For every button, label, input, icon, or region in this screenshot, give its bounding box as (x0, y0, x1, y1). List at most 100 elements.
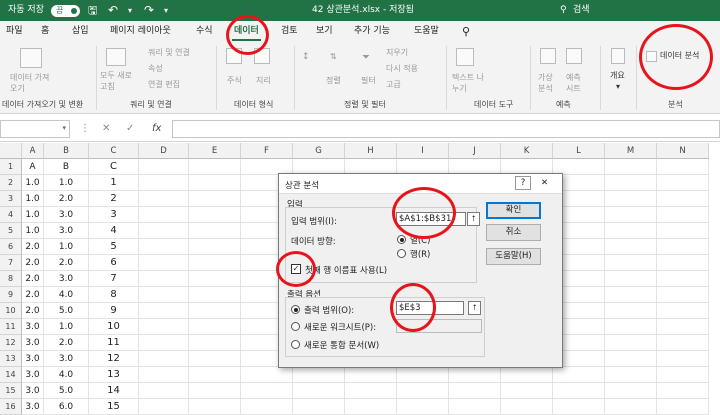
table-cell[interactable]: 3.0 (44, 271, 89, 287)
formula-input[interactable] (172, 120, 720, 138)
column-header[interactable]: E (189, 143, 241, 159)
table-cell[interactable] (189, 207, 241, 223)
table-cell[interactable] (241, 367, 293, 383)
table-cell[interactable] (139, 335, 189, 351)
table-cell[interactable] (605, 175, 657, 191)
table-cell[interactable] (605, 319, 657, 335)
column-header[interactable]: G (293, 143, 345, 159)
table-cell[interactable]: 6.0 (44, 399, 89, 415)
table-cell[interactable]: 2.0 (44, 191, 89, 207)
table-cell[interactable]: 3.0 (44, 351, 89, 367)
text-to-columns-icon[interactable] (456, 48, 474, 66)
column-header[interactable]: I (397, 143, 449, 159)
table-cell[interactable]: 11 (89, 335, 139, 351)
table-cell[interactable]: 5.0 (44, 383, 89, 399)
row-header[interactable]: 13 (0, 351, 22, 367)
sort-button[interactable]: 정렬 (326, 75, 341, 86)
grouped-columns-radio[interactable] (397, 235, 406, 244)
table-cell[interactable]: 3.0 (22, 319, 44, 335)
tab-view[interactable]: 보기 (316, 21, 333, 42)
refresh-all-button[interactable]: 모두 새로 고침 (100, 70, 136, 92)
table-cell[interactable]: 1.0 (22, 207, 44, 223)
table-cell[interactable] (657, 319, 709, 335)
tab-home[interactable]: 홈 (41, 21, 49, 42)
table-cell[interactable] (139, 175, 189, 191)
table-cell[interactable] (657, 159, 709, 175)
lightbulb-icon[interactable]: ⚲ (462, 21, 470, 42)
table-cell[interactable] (139, 303, 189, 319)
table-cell[interactable] (657, 303, 709, 319)
table-cell[interactable] (605, 303, 657, 319)
table-cell[interactable] (293, 367, 345, 383)
table-cell[interactable] (449, 383, 501, 399)
table-cell[interactable] (139, 223, 189, 239)
table-cell[interactable] (293, 399, 345, 415)
table-cell[interactable] (189, 303, 241, 319)
table-cell[interactable] (449, 367, 501, 383)
table-cell[interactable]: 1.0 (44, 239, 89, 255)
insert-function-icon[interactable]: fx (152, 120, 161, 138)
table-cell[interactable] (397, 383, 449, 399)
row-header[interactable]: 8 (0, 271, 22, 287)
customize-toolbar-icon[interactable]: ▾ (164, 0, 168, 21)
input-range-collapse-button[interactable]: ⭡ (467, 212, 480, 226)
table-cell[interactable] (605, 207, 657, 223)
table-cell[interactable]: 14 (89, 383, 139, 399)
table-cell[interactable]: 3.0 (44, 223, 89, 239)
tab-page-layout[interactable]: 페이지 레이아웃 (110, 21, 171, 42)
table-cell[interactable] (189, 271, 241, 287)
filter-icon[interactable]: ⏷ (362, 52, 370, 63)
reapply-button[interactable]: 다시 적용 (386, 63, 418, 74)
table-cell[interactable]: 10 (89, 319, 139, 335)
filter-button[interactable]: 필터 (361, 75, 376, 86)
undo-dropdown-icon[interactable]: ▾ (128, 0, 132, 21)
row-header[interactable]: 4 (0, 207, 22, 223)
row-header[interactable]: 7 (0, 255, 22, 271)
table-cell[interactable]: 1 (89, 175, 139, 191)
row-header[interactable]: 1 (0, 159, 22, 175)
table-cell[interactable]: 2.0 (22, 287, 44, 303)
table-cell[interactable]: 3.0 (22, 367, 44, 383)
table-cell[interactable] (657, 175, 709, 191)
table-cell[interactable]: 2.0 (22, 239, 44, 255)
advanced-button[interactable]: 고급 (386, 79, 401, 90)
table-cell[interactable] (605, 287, 657, 303)
table-cell[interactable]: 3.0 (22, 335, 44, 351)
table-cell[interactable] (189, 191, 241, 207)
outline-dropdown-icon[interactable]: ▾ (616, 82, 620, 91)
sort-az-icon[interactable]: ↕ (302, 52, 310, 62)
table-cell[interactable] (605, 191, 657, 207)
table-cell[interactable] (139, 255, 189, 271)
table-cell[interactable]: 12 (89, 351, 139, 367)
forecast-sheet-button[interactable]: 예측 시트 (566, 72, 588, 94)
table-cell[interactable] (139, 319, 189, 335)
outline-icon[interactable] (611, 48, 625, 64)
table-cell[interactable] (553, 367, 605, 383)
stocks-icon[interactable] (226, 48, 242, 64)
data-analysis-icon[interactable] (646, 51, 657, 62)
table-cell[interactable] (345, 383, 397, 399)
what-if-button[interactable]: 가상 분석 (538, 72, 560, 94)
column-header[interactable]: N (657, 143, 709, 159)
table-cell[interactable] (657, 255, 709, 271)
input-range-field[interactable]: $A$1:$B$31 (396, 212, 466, 226)
column-header[interactable]: D (139, 143, 189, 159)
table-cell[interactable] (605, 223, 657, 239)
table-cell[interactable] (501, 399, 553, 415)
table-cell[interactable]: 3.0 (44, 207, 89, 223)
stocks-button[interactable]: 주식 (227, 75, 242, 86)
table-cell[interactable] (189, 175, 241, 191)
table-cell[interactable] (241, 383, 293, 399)
column-header[interactable]: H (345, 143, 397, 159)
tab-add-ins[interactable]: 추가 기능 (354, 21, 390, 42)
table-cell[interactable]: 15 (89, 399, 139, 415)
name-box-dropdown-icon[interactable]: ▾ (62, 124, 66, 132)
table-cell[interactable] (397, 399, 449, 415)
close-icon[interactable]: ✕ (541, 178, 548, 188)
table-cell[interactable] (657, 191, 709, 207)
geography-button[interactable]: 지리 (256, 75, 271, 86)
table-cell[interactable]: 3.0 (22, 383, 44, 399)
output-range-collapse-button[interactable]: ⭡ (468, 301, 481, 315)
column-header[interactable]: J (449, 143, 501, 159)
table-cell[interactable] (241, 399, 293, 415)
